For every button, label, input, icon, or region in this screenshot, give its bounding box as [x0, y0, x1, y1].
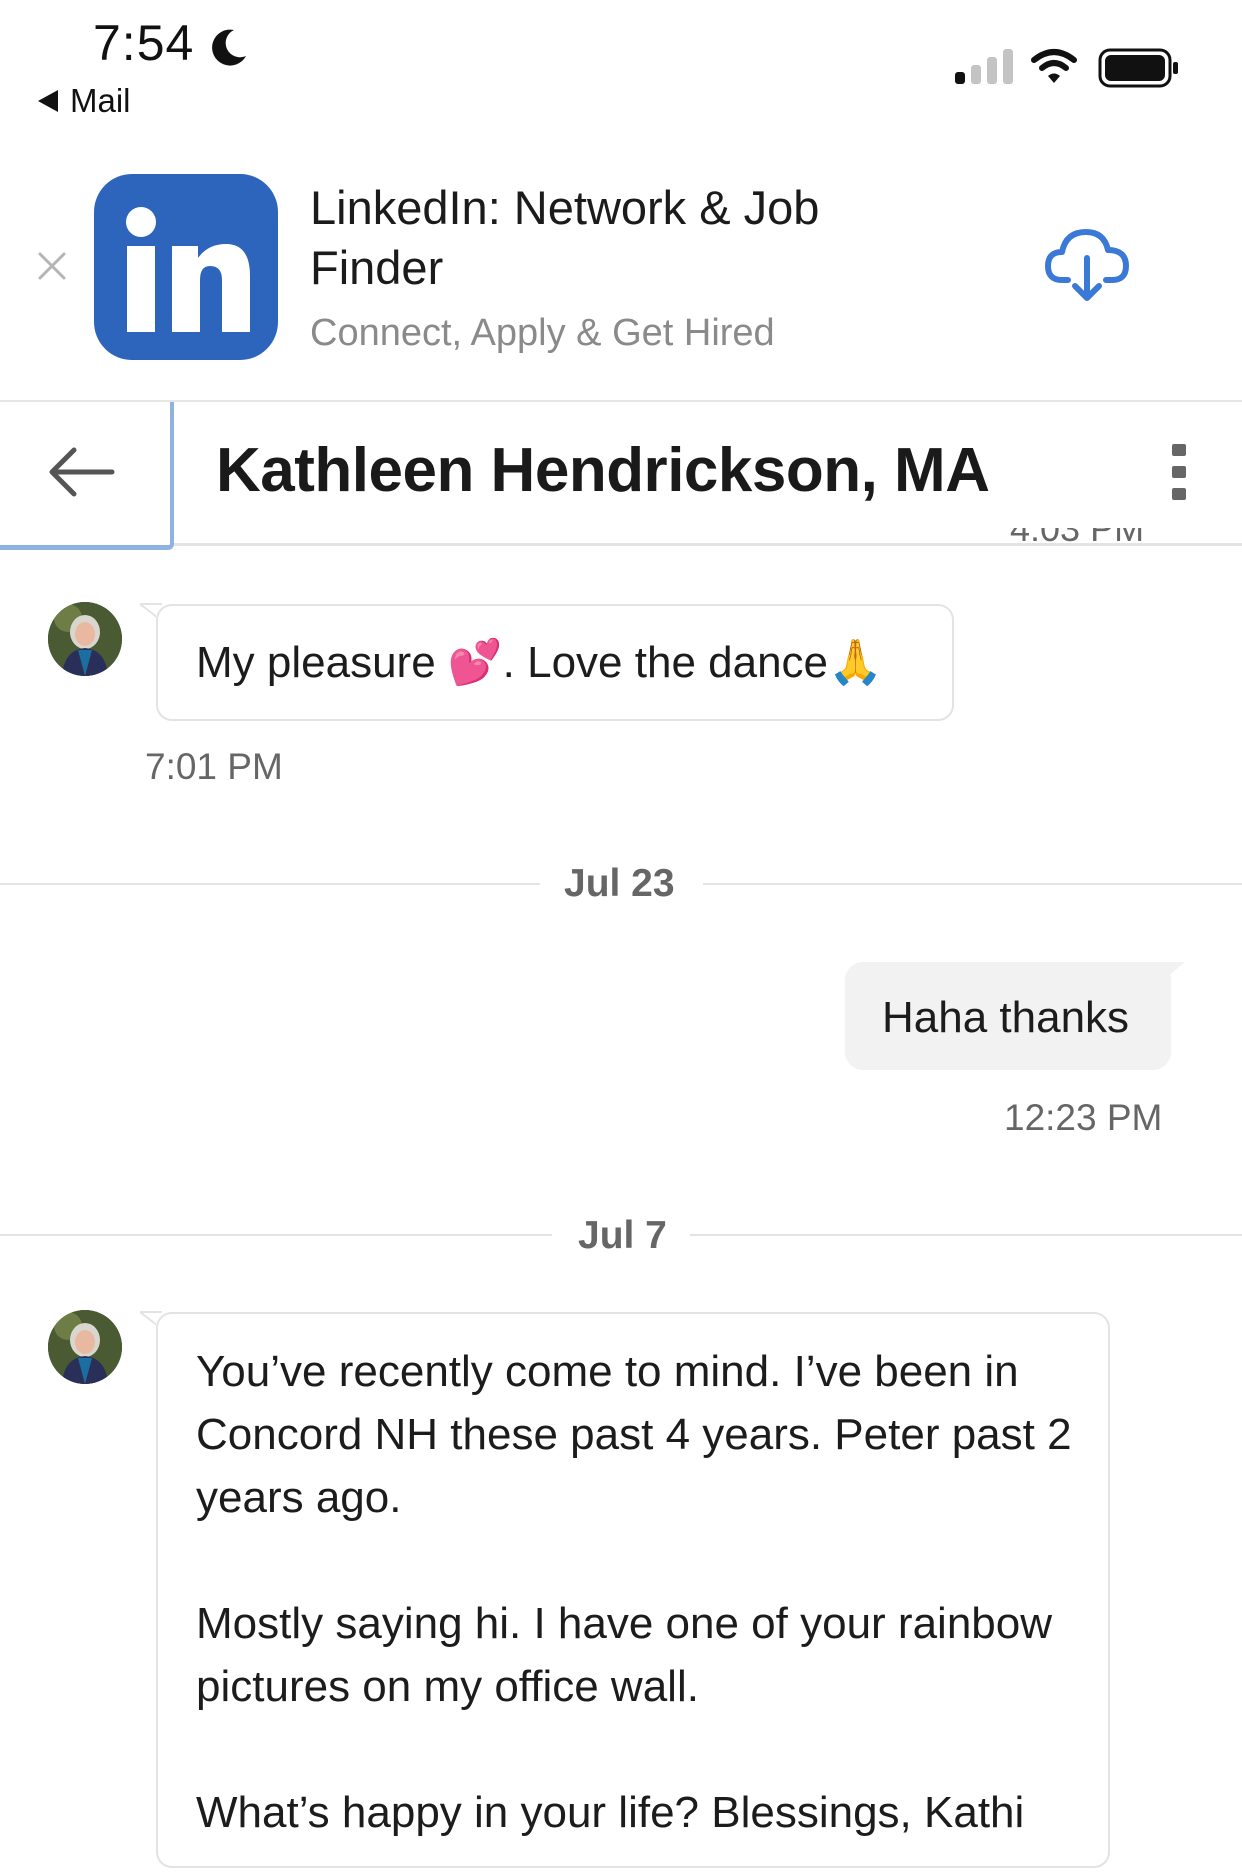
message-timestamp: 7:01 PM: [145, 746, 283, 787]
cloud-download-icon[interactable]: [1044, 226, 1130, 306]
linkedin-app-logo: [94, 174, 278, 360]
back-to-mail-label: Mail: [70, 82, 131, 119]
sender-avatar[interactable]: [48, 1310, 122, 1384]
back-to-mail-link[interactable]: Mail: [38, 82, 131, 120]
message-text: You’ve recently come to mind. I’ve been …: [196, 1340, 1096, 1844]
message-text: Haha thanks: [882, 993, 1130, 1042]
battery-icon: [1098, 48, 1178, 88]
message-paragraph: You’ve recently come to mind. I’ve been …: [196, 1347, 1072, 1522]
date-separator-line: [0, 883, 540, 885]
conversation-title: Kathleen Hendrickson, MA: [216, 436, 990, 505]
app-banner-subtitle: Connect, Apply & Get Hired: [310, 312, 775, 354]
wifi-icon: [1031, 49, 1077, 83]
date-separator-line: [703, 883, 1242, 885]
cellular-signal-icon: [955, 49, 1013, 84]
back-arrow-icon: [49, 447, 115, 497]
sender-avatar[interactable]: [48, 602, 122, 676]
message-paragraph: Mostly saying hi. I have one of your rai…: [196, 1599, 1053, 1711]
do-not-disturb-moon-icon: [212, 29, 246, 66]
more-options-icon[interactable]: [1168, 440, 1192, 506]
back-triangle-icon: [38, 90, 58, 112]
header-divider: [174, 543, 1242, 546]
back-button[interactable]: [0, 402, 174, 550]
date-separator-line: [0, 1234, 552, 1236]
date-separator-label: Jul 23: [564, 862, 675, 905]
app-banner-name: LinkedIn: Network & Job Finder: [310, 181, 820, 294]
message-text: My pleasure 💕. Love the dance🙏: [196, 638, 883, 687]
date-separator-line: [690, 1234, 1242, 1236]
message-paragraph: What’s happy in your life? Blessings, Ka…: [196, 1788, 1025, 1837]
date-separator-label: Jul 7: [578, 1214, 667, 1257]
bubble-tail: [1155, 962, 1185, 982]
close-banner-icon[interactable]: [36, 250, 68, 282]
status-time: 7:54: [93, 15, 195, 71]
clipped-timestamp: 4:03 PM: [1010, 528, 1145, 549]
banner-divider: [0, 400, 1242, 402]
message-timestamp: 12:23 PM: [1004, 1097, 1163, 1138]
